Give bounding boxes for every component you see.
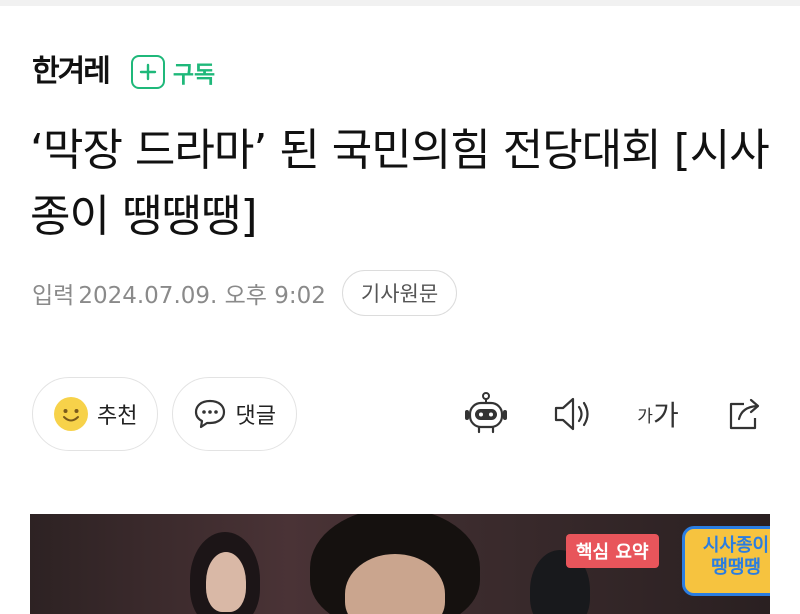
smile-icon xyxy=(53,396,89,432)
hani-logo[interactable]: 한겨레 xyxy=(32,52,111,92)
reaction-actions: 추천 댓글 xyxy=(32,377,311,451)
hero-badge-line1: 시사종이 xyxy=(702,535,770,556)
hero-show-badge: 시사종이 땡땡땡 xyxy=(682,526,770,596)
share-icon xyxy=(729,398,760,430)
brand-row: 한겨레 구독 xyxy=(32,52,215,92)
font-size-small-label: 가 xyxy=(637,406,653,427)
subscribe-label: 구독 xyxy=(172,62,216,88)
robot-icon xyxy=(465,392,507,434)
text-to-speech-button[interactable] xyxy=(548,386,596,442)
recommend-button[interactable]: 추천 xyxy=(32,377,159,451)
article-hero-image[interactable]: 핵심 요약 시사종이 땡땡땡 xyxy=(30,514,770,614)
recommend-label: 추천 xyxy=(97,404,138,429)
ai-robot-button[interactable] xyxy=(462,386,510,442)
subscribe-button[interactable]: 구독 xyxy=(130,55,216,89)
article-headline: ‘막장 드라마’ 된 국민의힘 전당대회 [시사종이 땡땡땡] xyxy=(30,125,770,242)
plus-icon xyxy=(130,55,165,89)
comment-button[interactable]: 댓글 xyxy=(172,377,297,451)
font-size-button[interactable]: 가가 xyxy=(634,386,682,442)
share-button[interactable] xyxy=(722,386,770,442)
hero-face-left xyxy=(206,552,246,612)
top-bar xyxy=(0,0,800,6)
article-meta: 입력 2024.07.09. 오후 9:02 기사원문 xyxy=(32,270,458,316)
publish-label: 입력 xyxy=(32,283,75,309)
publish-date: 2024.07.09. 오후 9:02 xyxy=(78,283,326,309)
speech-bubble-icon xyxy=(193,397,227,431)
hero-summary-tag: 핵심 요약 xyxy=(566,534,659,568)
comment-label: 댓글 xyxy=(235,404,276,429)
original-article-button[interactable]: 기사원문 xyxy=(341,270,458,316)
font-size-large-label: 가 xyxy=(652,399,679,432)
hero-badge-line2: 땡땡땡 xyxy=(711,557,761,578)
speaker-icon xyxy=(554,397,589,431)
